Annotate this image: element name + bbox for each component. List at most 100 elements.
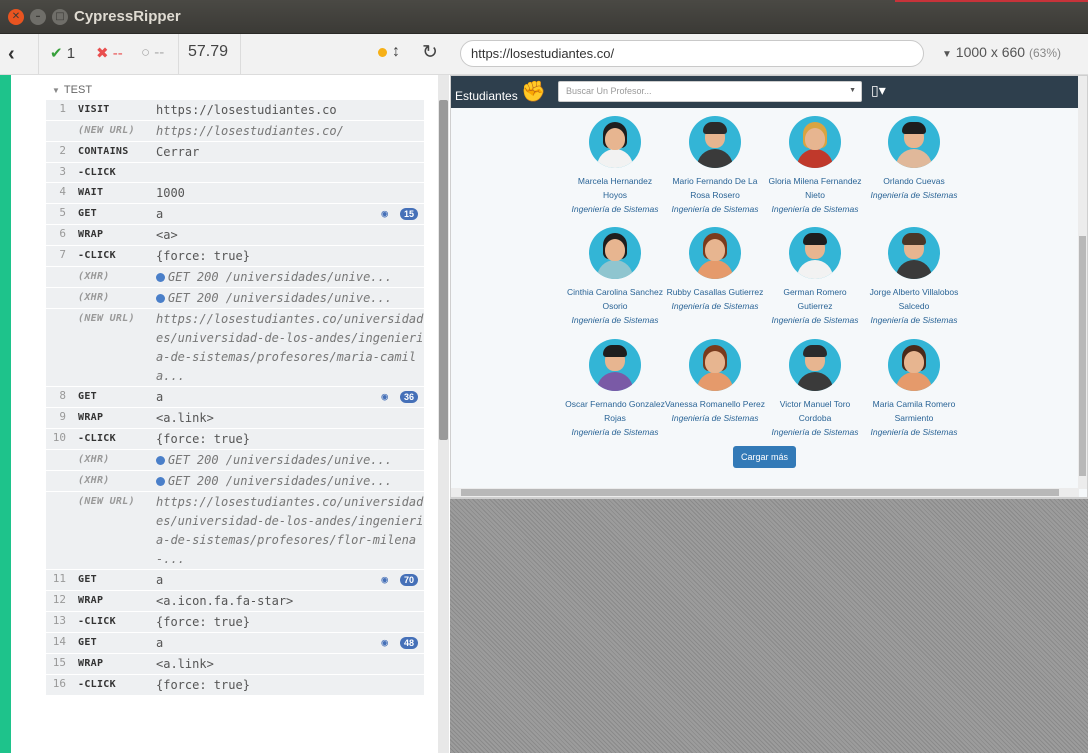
viewport-size: 1000 x 660 <box>955 44 1026 60</box>
command-row[interactable]: 16 -CLICK {force: true} <box>46 675 424 696</box>
test-header[interactable]: ▼ TEST <box>46 75 424 100</box>
command-row[interactable]: 6 WRAP <a> <box>46 225 424 246</box>
professor-card[interactable]: Maria Camila Romero Sarmiento Ingeniería … <box>864 339 964 439</box>
command-row[interactable]: 10 -CLICK {force: true} <box>46 429 424 450</box>
command-row[interactable]: (XHR) GET 200 /universidades/unive... <box>46 267 424 288</box>
url-bar[interactable]: https://losestudiantes.co/ <box>460 40 924 67</box>
close-window-button[interactable]: ✕ <box>8 9 24 25</box>
command-row[interactable]: (NEW URL) https://losestudiantes.co/ <box>46 121 424 142</box>
frame-horizontal-scroll-thumb[interactable] <box>461 489 1059 496</box>
professor-card[interactable]: Rubby Casallas Gutierrez Ingeniería de Si… <box>665 227 765 313</box>
professor-card[interactable]: Victor Manuel Toro Cordoba Ingeniería de … <box>765 339 865 439</box>
professor-name[interactable]: Victor Manuel Toro Cordoba <box>765 397 865 425</box>
professor-name[interactable]: Mario Fernando De La Rosa Rosero <box>665 174 765 202</box>
viewport-scale: (63%) <box>1028 46 1061 60</box>
professor-card[interactable]: Marcela Hernandez Hoyos Ingeniería de Sis… <box>565 116 665 216</box>
professor-card[interactable]: Gloria Milena Fernandez Nieto Ingeniería … <box>765 116 865 216</box>
aut-background <box>450 498 1088 753</box>
viewport-info[interactable]: ▼ 1000 x 660 (63%) <box>942 44 1061 60</box>
command-row[interactable]: 14 GET a ◉ 48 <box>46 633 424 654</box>
professor-card[interactable]: Orlando Cuevas Ingeniería de Sistemas <box>864 116 964 202</box>
command-row[interactable]: 15 WRAP <a.link> <box>46 654 424 675</box>
professor-avatar[interactable] <box>888 227 940 279</box>
chevron-down-icon: ▼ <box>52 86 60 95</box>
professor-name[interactable]: Jorge Alberto Villalobos Salcedo <box>864 285 964 313</box>
auto-scroll-icon[interactable]: ↕ <box>392 43 400 61</box>
professor-card[interactable]: Cinthia Carolina Sanchez Osorio Ingenierí… <box>565 227 665 327</box>
command-row[interactable]: 11 GET a ◉ 70 <box>46 570 424 591</box>
command-row[interactable]: 2 CONTAINS Cerrar <box>46 142 424 163</box>
reload-icon[interactable]: ↻ <box>422 41 438 64</box>
command-row[interactable]: 7 -CLICK {force: true} <box>46 246 424 267</box>
command-row[interactable]: 9 WRAP <a.link> <box>46 408 424 429</box>
load-more-button[interactable]: Cargar más <box>733 446 796 468</box>
professor-avatar[interactable] <box>789 116 841 168</box>
command-name: WRAP <box>78 658 104 669</box>
command-log-scroll-thumb[interactable] <box>439 100 448 440</box>
professor-card[interactable]: Vanessa Romanello Perez Ingeniería de Sis… <box>665 339 765 425</box>
reporter-gutter <box>11 75 48 753</box>
professor-card[interactable]: Jorge Alberto Villalobos Salcedo Ingenier… <box>864 227 964 327</box>
minimize-window-button[interactable]: – <box>30 9 46 25</box>
command-row[interactable]: 12 WRAP <a.icon.fa.fa-star> <box>46 591 424 612</box>
command-row[interactable]: 1 VISIT https://losestudiantes.co <box>46 100 424 121</box>
command-name: VISIT <box>78 104 110 115</box>
command-message: {force: true} <box>156 249 250 263</box>
command-row[interactable]: (XHR) GET 200 /universidades/unive... <box>46 471 424 492</box>
command-row[interactable]: 4 WAIT 1000 <box>46 183 424 204</box>
command-row[interactable]: (NEW URL) https://losestudiantes.co/unive… <box>46 492 424 570</box>
professor-avatar[interactable] <box>888 339 940 391</box>
professor-name[interactable]: Cinthia Carolina Sanchez Osorio <box>565 285 665 313</box>
reporter-accent-strip <box>0 75 11 753</box>
professor-avatar[interactable] <box>888 116 940 168</box>
command-message: https://losestudiantes.co <box>156 103 337 117</box>
professor-search-input[interactable]: Buscar Un Profesor... ▼ <box>558 81 862 102</box>
professor-name[interactable]: Marcela Hernandez Hoyos <box>565 174 665 202</box>
professor-name[interactable]: Orlando Cuevas <box>864 174 964 188</box>
professor-name[interactable]: Oscar Fernando Gonzalez Rojas <box>565 397 665 425</box>
command-number: 16 <box>52 677 66 690</box>
command-name: CONTAINS <box>78 146 129 157</box>
command-name: WRAP <box>78 595 104 606</box>
command-row[interactable]: 3 -CLICK <box>46 163 424 183</box>
professor-name[interactable]: Gloria Milena Fernandez Nieto <box>765 174 865 202</box>
command-number: 4 <box>59 185 66 198</box>
professor-department: Ingeniería de Sistemas <box>671 413 759 423</box>
professor-avatar[interactable] <box>689 227 741 279</box>
eye-slash-icon: ◉ <box>381 207 388 220</box>
frame-vertical-scroll-thumb[interactable] <box>1079 236 1086 476</box>
command-row[interactable]: 8 GET a ◉ 36 <box>46 387 424 408</box>
professor-name[interactable]: Maria Camila Romero Sarmiento <box>864 397 964 425</box>
professor-avatar[interactable] <box>789 339 841 391</box>
professor-avatar[interactable] <box>589 227 641 279</box>
xhr-text: GET 200 /universidades/unive... <box>168 474 392 488</box>
professor-name[interactable]: Vanessa Romanello Perez <box>665 397 765 411</box>
site-navbar: Estudiantes ✊ Buscar Un Profesor... ▼ ▯▾ <box>451 76 1079 108</box>
command-message: <a.link> <box>156 657 214 671</box>
command-row[interactable]: 13 -CLICK {force: true} <box>46 612 424 633</box>
command-row[interactable]: (NEW URL) https://losestudiantes.co/unive… <box>46 309 424 387</box>
command-number: 11 <box>52 572 66 585</box>
professor-avatar[interactable] <box>589 116 641 168</box>
professor-card[interactable]: Mario Fernando De La Rosa Rosero Ingenier… <box>665 116 765 216</box>
professor-name[interactable]: German Romero Gutierrez <box>765 285 865 313</box>
professor-avatar[interactable] <box>689 339 741 391</box>
professor-avatar[interactable] <box>789 227 841 279</box>
command-name: WRAP <box>78 412 104 423</box>
user-menu-icon[interactable]: ▯▾ <box>871 83 886 99</box>
professor-avatar[interactable] <box>589 339 641 391</box>
professor-avatar[interactable] <box>689 116 741 168</box>
maximize-window-button[interactable]: □ <box>52 9 68 25</box>
pending-circle-icon: ○ <box>141 44 151 61</box>
back-chevron-icon[interactable]: ‹ <box>8 43 15 66</box>
site-brand[interactable]: Estudiantes <box>455 89 518 103</box>
professor-card[interactable]: German Romero Gutierrez Ingeniería de Sis… <box>765 227 865 327</box>
command-row[interactable]: 5 GET a ◉ 15 <box>46 204 424 225</box>
window-titlebar: ✕ – □ CypressRipper <box>0 0 1088 34</box>
professor-department: Ingeniería de Sistemas <box>870 315 958 325</box>
command-message: {force: true} <box>156 615 250 629</box>
command-row[interactable]: (XHR) GET 200 /universidades/unive... <box>46 288 424 309</box>
command-row[interactable]: (XHR) GET 200 /universidades/unive... <box>46 450 424 471</box>
professor-card[interactable]: Oscar Fernando Gonzalez Rojas Ingeniería … <box>565 339 665 439</box>
professor-name[interactable]: Rubby Casallas Gutierrez <box>665 285 765 299</box>
